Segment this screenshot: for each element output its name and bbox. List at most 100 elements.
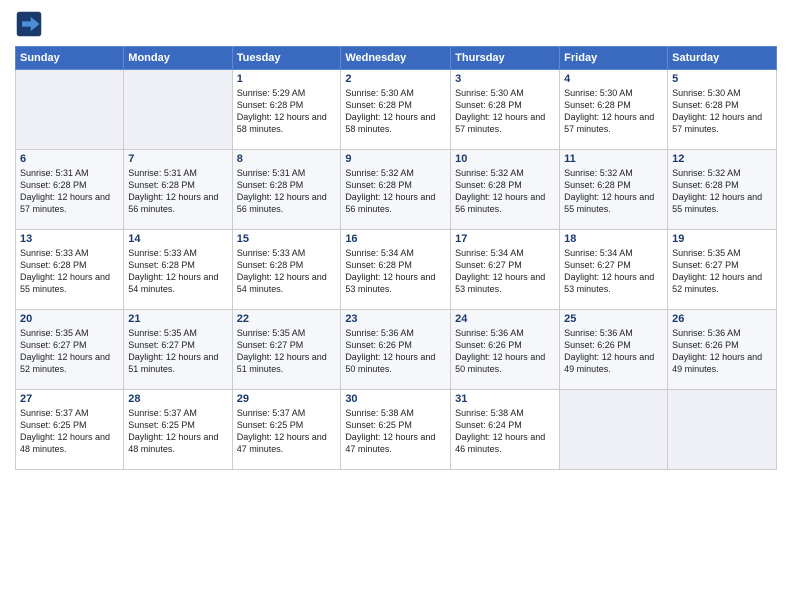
day-number: 3	[455, 73, 555, 85]
calendar-cell: 28 Sunrise: 5:37 AMSunset: 6:25 PMDayligh…	[124, 390, 232, 470]
weekday-header-monday: Monday	[124, 47, 232, 70]
calendar-cell: 31 Sunrise: 5:38 AMSunset: 6:24 PMDayligh…	[451, 390, 560, 470]
weekday-header-friday: Friday	[560, 47, 668, 70]
calendar-cell: 13 Sunrise: 5:33 AMSunset: 6:28 PMDayligh…	[16, 230, 124, 310]
day-number: 2	[345, 73, 446, 85]
calendar-cell: 21 Sunrise: 5:35 AMSunset: 6:27 PMDayligh…	[124, 310, 232, 390]
day-number: 18	[564, 233, 663, 245]
day-number: 14	[128, 233, 227, 245]
calendar-cell: 3 Sunrise: 5:30 AMSunset: 6:28 PMDaylight…	[451, 70, 560, 150]
week-row-3: 13 Sunrise: 5:33 AMSunset: 6:28 PMDayligh…	[16, 230, 777, 310]
day-info: Sunrise: 5:36 AMSunset: 6:26 PMDaylight:…	[455, 327, 555, 376]
calendar-cell: 7 Sunrise: 5:31 AMSunset: 6:28 PMDaylight…	[124, 150, 232, 230]
week-row-4: 20 Sunrise: 5:35 AMSunset: 6:27 PMDayligh…	[16, 310, 777, 390]
calendar-cell: 15Sunrise: 5:33 AMSunset: 6:28 PMDayligh…	[232, 230, 341, 310]
day-number: 1	[237, 73, 337, 85]
day-number: 31	[455, 393, 555, 405]
calendar-cell: 1Sunrise: 5:29 AMSunset: 6:28 PMDaylight…	[232, 70, 341, 150]
calendar-cell: 29Sunrise: 5:37 AMSunset: 6:25 PMDayligh…	[232, 390, 341, 470]
day-info: Sunrise: 5:32 AMSunset: 6:28 PMDaylight:…	[564, 167, 663, 216]
day-number: 13	[20, 233, 119, 245]
day-info: Sunrise: 5:30 AMSunset: 6:28 PMDaylight:…	[564, 87, 663, 136]
day-info: Sunrise: 5:31 AMSunset: 6:28 PMDaylight:…	[128, 167, 227, 216]
calendar-table: SundayMondayTuesdayWednesdayThursdayFrid…	[15, 46, 777, 470]
weekday-header-tuesday: Tuesday	[232, 47, 341, 70]
day-info: Sunrise: 5:34 AMSunset: 6:28 PMDaylight:…	[345, 247, 446, 296]
calendar-cell: 25 Sunrise: 5:36 AMSunset: 6:26 PMDayligh…	[560, 310, 668, 390]
weekday-header-thursday: Thursday	[451, 47, 560, 70]
day-number: 28	[128, 393, 227, 405]
day-number: 9	[345, 153, 446, 165]
calendar-cell	[560, 390, 668, 470]
day-number: 15	[237, 233, 337, 245]
day-number: 17	[455, 233, 555, 245]
calendar-cell: 30 Sunrise: 5:38 AMSunset: 6:25 PMDayligh…	[341, 390, 451, 470]
day-info: Sunrise: 5:36 AMSunset: 6:26 PMDaylight:…	[345, 327, 446, 376]
day-number: 24	[455, 313, 555, 325]
day-number: 10	[455, 153, 555, 165]
calendar-cell: 19 Sunrise: 5:35 AMSunset: 6:27 PMDayligh…	[668, 230, 777, 310]
day-info: Sunrise: 5:38 AMSunset: 6:25 PMDaylight:…	[345, 407, 446, 456]
header	[15, 10, 777, 38]
day-number: 8	[237, 153, 337, 165]
logo-icon	[15, 10, 43, 38]
weekday-header-wednesday: Wednesday	[341, 47, 451, 70]
calendar-cell: 18 Sunrise: 5:34 AMSunset: 6:27 PMDayligh…	[560, 230, 668, 310]
day-info: Sunrise: 5:30 AMSunset: 6:28 PMDaylight:…	[345, 87, 446, 136]
day-info: Sunrise: 5:35 AMSunset: 6:27 PMDaylight:…	[672, 247, 772, 296]
day-number: 19	[672, 233, 772, 245]
calendar-cell: 12 Sunrise: 5:32 AMSunset: 6:28 PMDayligh…	[668, 150, 777, 230]
day-info: Sunrise: 5:33 AMSunset: 6:28 PMDaylight:…	[128, 247, 227, 296]
day-info: Sunrise: 5:37 AMSunset: 6:25 PMDaylight:…	[20, 407, 119, 456]
day-number: 26	[672, 313, 772, 325]
day-info: Sunrise: 5:35 AMSunset: 6:27 PMDaylight:…	[128, 327, 227, 376]
day-info: Sunrise: 5:30 AMSunset: 6:28 PMDaylight:…	[455, 87, 555, 136]
day-number: 7	[128, 153, 227, 165]
day-number: 22	[237, 313, 337, 325]
day-info: Sunrise: 5:36 AMSunset: 6:26 PMDaylight:…	[564, 327, 663, 376]
calendar-cell: 11 Sunrise: 5:32 AMSunset: 6:28 PMDayligh…	[560, 150, 668, 230]
weekday-header-saturday: Saturday	[668, 47, 777, 70]
day-number: 25	[564, 313, 663, 325]
day-info: Sunrise: 5:34 AMSunset: 6:27 PMDaylight:…	[564, 247, 663, 296]
calendar-cell: 14 Sunrise: 5:33 AMSunset: 6:28 PMDayligh…	[124, 230, 232, 310]
calendar-cell	[668, 390, 777, 470]
day-info: Sunrise: 5:35 AMSunset: 6:27 PMDaylight:…	[20, 327, 119, 376]
day-number: 20	[20, 313, 119, 325]
calendar-cell	[16, 70, 124, 150]
page: SundayMondayTuesdayWednesdayThursdayFrid…	[0, 0, 792, 612]
day-number: 4	[564, 73, 663, 85]
weekday-header-sunday: Sunday	[16, 47, 124, 70]
day-info: Sunrise: 5:34 AMSunset: 6:27 PMDaylight:…	[455, 247, 555, 296]
day-number: 21	[128, 313, 227, 325]
calendar-cell: 2 Sunrise: 5:30 AMSunset: 6:28 PMDaylight…	[341, 70, 451, 150]
calendar-cell: 10Sunrise: 5:32 AMSunset: 6:28 PMDayligh…	[451, 150, 560, 230]
day-number: 30	[345, 393, 446, 405]
calendar-cell: 26Sunrise: 5:36 AMSunset: 6:26 PMDayligh…	[668, 310, 777, 390]
day-info: Sunrise: 5:31 AMSunset: 6:28 PMDaylight:…	[20, 167, 119, 216]
day-info: Sunrise: 5:33 AMSunset: 6:28 PMDaylight:…	[20, 247, 119, 296]
day-info: Sunrise: 5:38 AMSunset: 6:24 PMDaylight:…	[455, 407, 555, 456]
day-number: 12	[672, 153, 772, 165]
calendar-cell: 16 Sunrise: 5:34 AMSunset: 6:28 PMDayligh…	[341, 230, 451, 310]
day-info: Sunrise: 5:31 AMSunset: 6:28 PMDaylight:…	[237, 167, 337, 216]
week-row-2: 6Sunrise: 5:31 AMSunset: 6:28 PMDaylight…	[16, 150, 777, 230]
day-number: 16	[345, 233, 446, 245]
calendar-cell: 27Sunrise: 5:37 AMSunset: 6:25 PMDayligh…	[16, 390, 124, 470]
week-row-1: 1Sunrise: 5:29 AMSunset: 6:28 PMDaylight…	[16, 70, 777, 150]
weekday-header-row: SundayMondayTuesdayWednesdayThursdayFrid…	[16, 47, 777, 70]
calendar-cell: 24 Sunrise: 5:36 AMSunset: 6:26 PMDayligh…	[451, 310, 560, 390]
calendar-cell: 23Sunrise: 5:36 AMSunset: 6:26 PMDayligh…	[341, 310, 451, 390]
calendar-cell: 6Sunrise: 5:31 AMSunset: 6:28 PMDaylight…	[16, 150, 124, 230]
day-number: 11	[564, 153, 663, 165]
day-info: Sunrise: 5:37 AMSunset: 6:25 PMDaylight:…	[237, 407, 337, 456]
day-info: Sunrise: 5:35 AMSunset: 6:27 PMDaylight:…	[237, 327, 337, 376]
calendar-cell: 22 Sunrise: 5:35 AMSunset: 6:27 PMDayligh…	[232, 310, 341, 390]
calendar-cell: 4 Sunrise: 5:30 AMSunset: 6:28 PMDaylight…	[560, 70, 668, 150]
calendar-cell: 17 Sunrise: 5:34 AMSunset: 6:27 PMDayligh…	[451, 230, 560, 310]
day-number: 5	[672, 73, 772, 85]
day-info: Sunrise: 5:32 AMSunset: 6:28 PMDaylight:…	[672, 167, 772, 216]
day-info: Sunrise: 5:37 AMSunset: 6:25 PMDaylight:…	[128, 407, 227, 456]
calendar-cell: 20 Sunrise: 5:35 AMSunset: 6:27 PMDayligh…	[16, 310, 124, 390]
calendar-cell: 9Sunrise: 5:32 AMSunset: 6:28 PMDaylight…	[341, 150, 451, 230]
